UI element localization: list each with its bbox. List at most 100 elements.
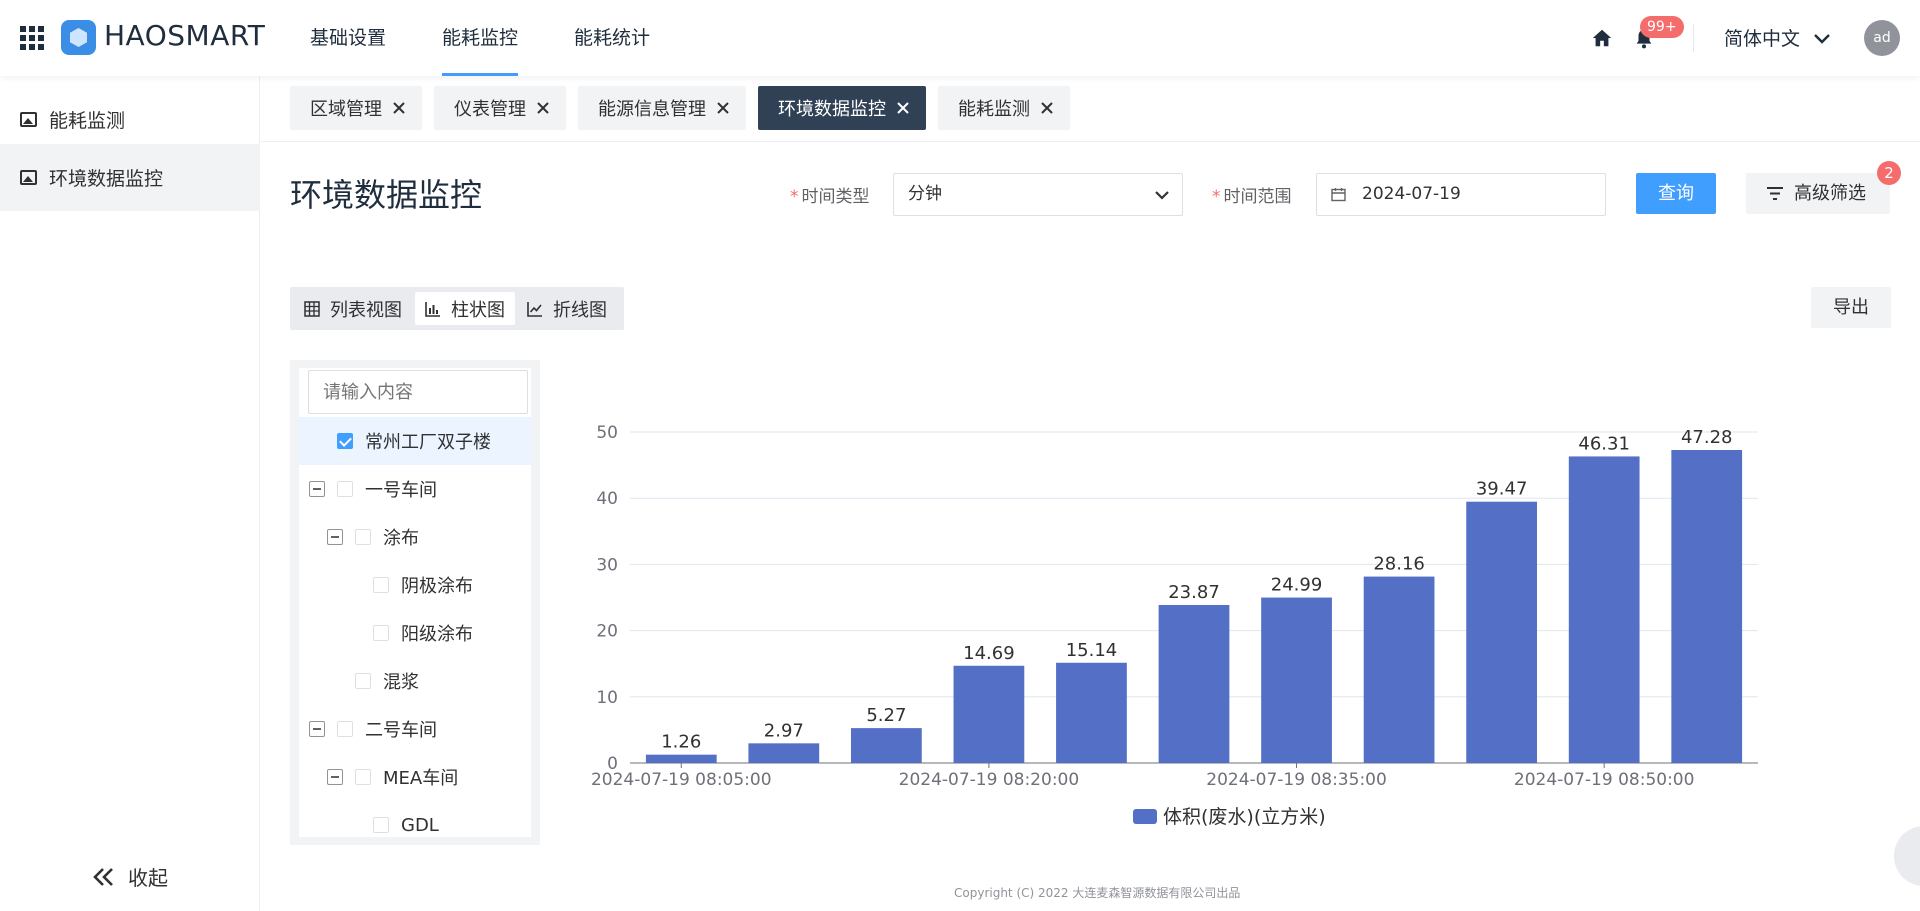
tree-node[interactable]: 二号车间 xyxy=(299,705,531,753)
chart-bar xyxy=(748,743,820,763)
tree-checkbox[interactable] xyxy=(337,433,353,449)
tree-checkbox[interactable] xyxy=(337,721,353,737)
query-button[interactable]: 查询 xyxy=(1636,173,1716,214)
tree-node[interactable]: 阴极涂布 xyxy=(299,561,531,609)
x-tick-label: 2024-07-19 08:50:00 xyxy=(1514,770,1695,790)
collapse-toggle-icon[interactable] xyxy=(309,481,325,497)
page-title: 环境数据监控 xyxy=(290,176,483,214)
tree-node[interactable]: 常州工厂双子楼 xyxy=(299,417,531,465)
top-nav-basic-settings[interactable]: 基础设置 xyxy=(310,0,386,76)
bar-chart-icon xyxy=(425,301,440,317)
close-icon[interactable] xyxy=(1040,101,1054,115)
time-range-label: * 时间范围 xyxy=(1212,187,1292,207)
apps-grid-icon[interactable] xyxy=(20,26,44,50)
filter-icon xyxy=(1767,187,1783,200)
advanced-filter-button[interactable]: 高级筛选 xyxy=(1746,173,1890,214)
header-divider xyxy=(1693,24,1694,52)
collapse-toggle-icon[interactable] xyxy=(309,721,325,737)
tab-energy-info-management[interactable]: 能源信息管理 xyxy=(578,86,746,130)
x-tick-label: 2024-07-19 08:20:00 xyxy=(899,770,1080,790)
tab-label: 仪表管理 xyxy=(454,99,526,120)
data-label: 24.99 xyxy=(1271,575,1323,596)
view-label: 列表视图 xyxy=(330,299,402,321)
chart-bar xyxy=(1568,456,1640,763)
collapse-toggle-icon[interactable] xyxy=(327,529,343,545)
language-selector[interactable]: 简体中文 xyxy=(1724,24,1800,51)
data-label: 47.28 xyxy=(1681,427,1733,448)
time-type-label: * 时间类型 xyxy=(790,187,870,207)
tree-checkbox[interactable] xyxy=(355,673,371,689)
data-label: 1.26 xyxy=(661,732,701,753)
data-label: 46.31 xyxy=(1578,433,1630,454)
tree-node[interactable]: 涂布 xyxy=(299,513,531,561)
tree-checkbox[interactable] xyxy=(373,577,389,593)
top-nav-energy-monitoring[interactable]: 能耗监控 xyxy=(442,0,519,76)
tab-environment-monitoring[interactable]: 环境数据监控 xyxy=(758,86,926,130)
tree-node-label: GDL xyxy=(401,814,439,836)
copyright-text: Copyright (C) 2022 大连麦森智源数据有限公司出品 xyxy=(954,886,1241,900)
tree-node[interactable]: 一号车间 xyxy=(299,465,531,513)
chart-bar xyxy=(645,754,717,763)
tree-node-label: 涂布 xyxy=(383,528,419,549)
sidebar-item-energy-monitoring[interactable]: 能耗监测 xyxy=(0,86,260,153)
export-button[interactable]: 导出 xyxy=(1811,287,1891,328)
tree-node-label: 常州工厂双子楼 xyxy=(365,432,491,453)
filter-count-badge: 2 xyxy=(1877,161,1901,185)
tree-search-input[interactable] xyxy=(308,370,528,414)
calendar-icon xyxy=(1331,188,1346,202)
x-tick-label: 2024-07-19 08:05:00 xyxy=(591,770,772,790)
table-icon xyxy=(304,300,320,317)
tree-container: 常州工厂双子楼一号车间涂布阴极涂布阳级涂布混浆二号车间 MEA车间 GDL xyxy=(299,368,531,837)
tree-checkbox[interactable] xyxy=(355,769,371,785)
tree-checkbox[interactable] xyxy=(355,529,371,545)
view-bar-chart-button[interactable]: 柱状图 xyxy=(415,292,515,325)
top-nav-energy-statistics[interactable]: 能耗统计 xyxy=(574,0,650,76)
collapse-toggle-icon[interactable] xyxy=(327,769,343,785)
notification-badge: 99+ xyxy=(1640,16,1684,38)
chevron-down-icon[interactable] xyxy=(1812,29,1832,49)
tree-node[interactable]: GDL xyxy=(299,801,531,837)
time-type-select[interactable]: 分钟 xyxy=(893,173,1183,216)
close-icon[interactable] xyxy=(716,101,730,115)
advanced-filter-label: 高级筛选 xyxy=(1794,183,1866,204)
collapse-sidebar-button[interactable]: 收起 xyxy=(92,862,168,891)
chart-bar xyxy=(1671,450,1743,763)
chart-bar xyxy=(953,665,1025,763)
home-icon[interactable] xyxy=(1591,27,1613,49)
tab-label: 能耗监测 xyxy=(958,99,1030,120)
brand-name: HAOSMART xyxy=(104,19,266,52)
tree-node-label: 阳级涂布 xyxy=(401,624,473,645)
close-icon[interactable] xyxy=(536,101,550,115)
close-icon[interactable] xyxy=(896,101,910,115)
time-type-value: 分钟 xyxy=(908,184,942,204)
view-label: 折线图 xyxy=(553,299,607,321)
floating-side-button[interactable] xyxy=(1894,826,1920,886)
close-icon[interactable] xyxy=(392,101,406,115)
tab-energy-monitoring[interactable]: 能耗监测 xyxy=(938,86,1070,130)
tree-node-label: 混浆 xyxy=(383,672,419,693)
tree-checkbox[interactable] xyxy=(373,625,389,641)
tab-label: 区域管理 xyxy=(310,99,382,120)
tab-area-management[interactable]: 区域管理 xyxy=(290,86,422,130)
avatar[interactable]: ad xyxy=(1864,20,1900,56)
tree-node-label: 二号车间 xyxy=(365,720,437,741)
tree-node[interactable]: MEA车间 xyxy=(299,753,531,801)
tree-checkbox[interactable] xyxy=(337,481,353,497)
chart-bar xyxy=(1056,662,1127,763)
tree-node[interactable]: 阳级涂布 xyxy=(299,609,531,657)
data-label: 28.16 xyxy=(1373,554,1425,575)
tree-node[interactable]: 混浆 xyxy=(299,657,531,705)
sidebar-item-environment-monitoring[interactable]: 环境数据监控 xyxy=(0,144,260,211)
data-label: 39.47 xyxy=(1476,479,1528,500)
tab-label: 能源信息管理 xyxy=(598,99,706,120)
tree-node-label: 一号车间 xyxy=(365,480,437,501)
view-line-chart-button[interactable]: 折线图 xyxy=(517,292,617,325)
double-chevron-left-icon xyxy=(93,867,113,886)
view-list-button[interactable]: 列表视图 xyxy=(294,292,412,325)
date-picker-input[interactable]: 2024-07-19 xyxy=(1316,173,1606,216)
collapse-label: 收起 xyxy=(128,866,168,890)
tree-checkbox[interactable] xyxy=(373,817,389,833)
y-tick-label: 30 xyxy=(596,555,618,575)
tab-meter-management[interactable]: 仪表管理 xyxy=(434,86,566,130)
chart-bar xyxy=(1466,501,1538,763)
